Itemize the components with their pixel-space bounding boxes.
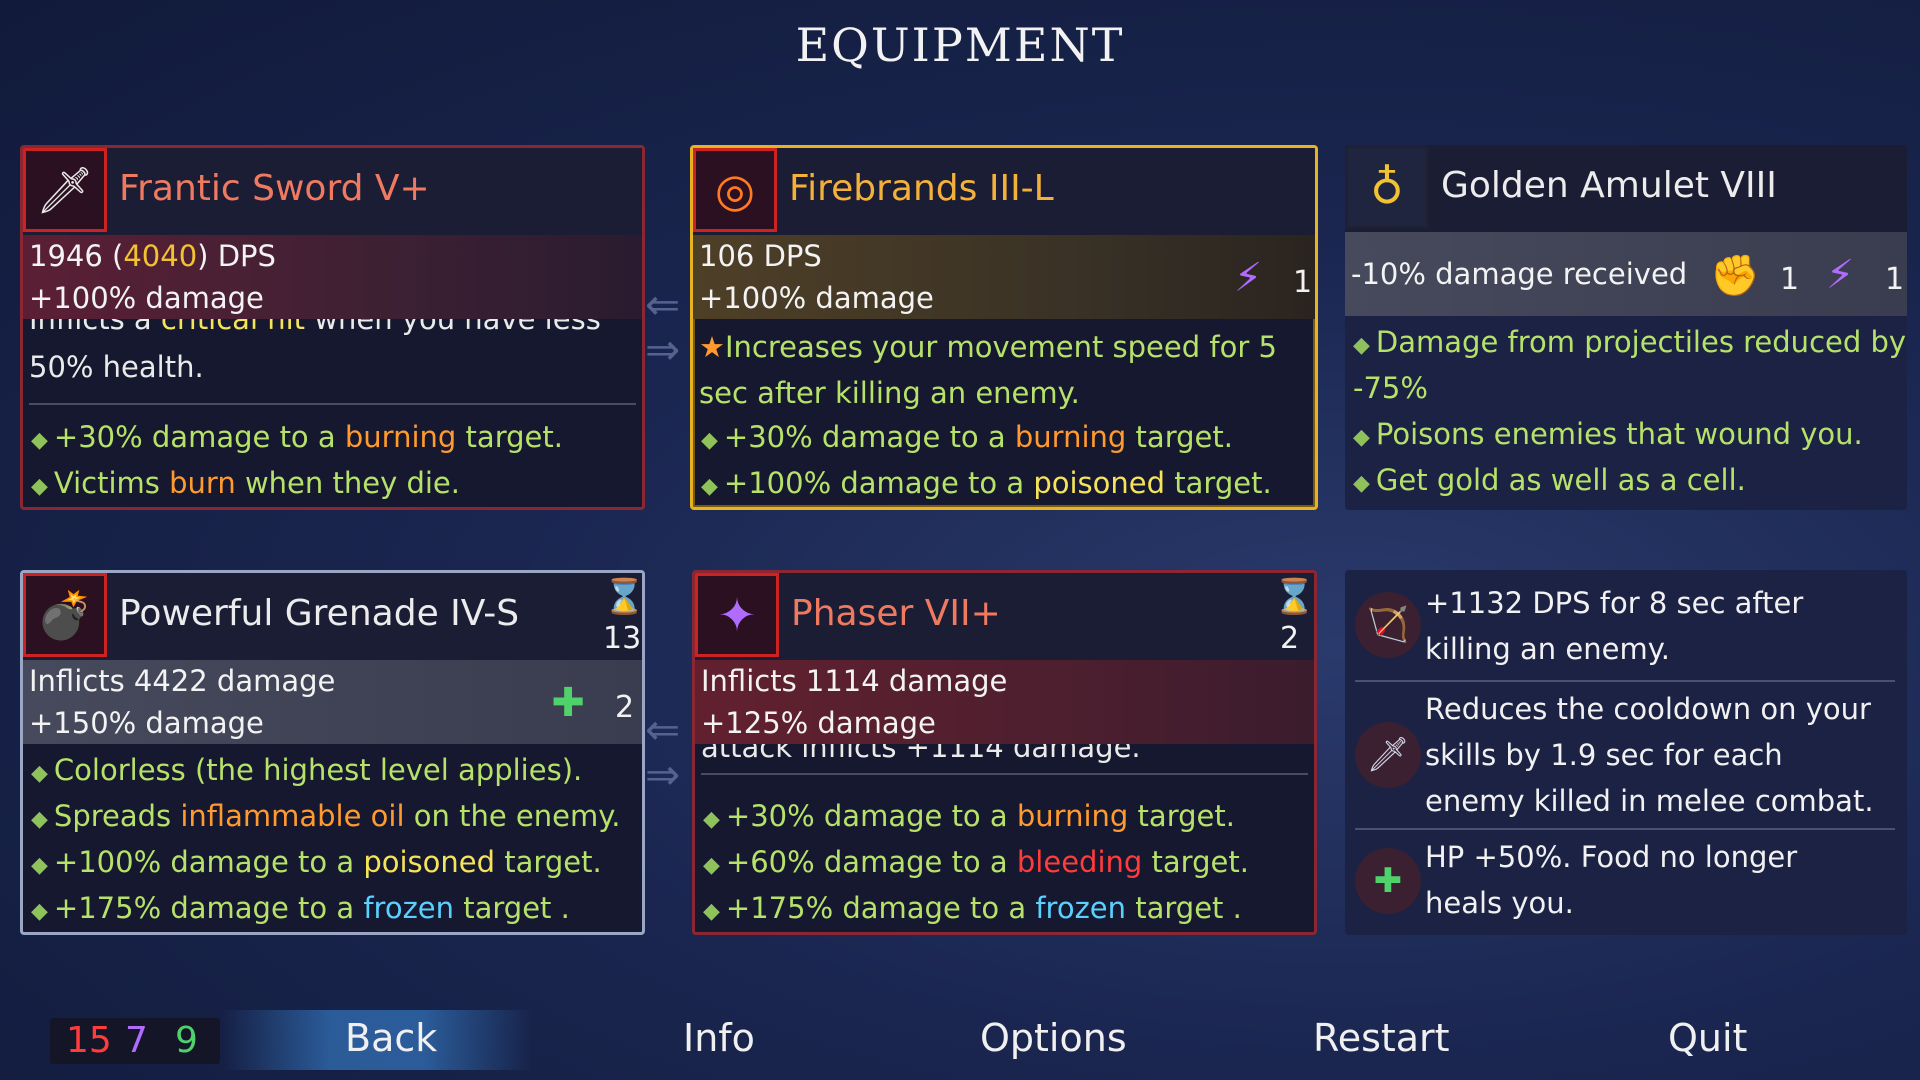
skill-card-secondary[interactable]: ✦ Phaser VII+ ⌛ 2 Inflicts 1114 damage +…: [692, 570, 1317, 935]
swap-right-arrow-icon[interactable]: ⇒: [645, 750, 680, 799]
star-icon: ★: [699, 330, 725, 364]
mutation-item[interactable]: 🏹 +1132 DPS for 8 sec after killing an e…: [1345, 580, 1905, 675]
swap-right-arrow-icon[interactable]: ⇒: [645, 325, 680, 374]
crit-dps: 4040: [123, 239, 198, 273]
brutality-scroll-icon: ✊: [1710, 252, 1760, 299]
affix-line: ◆ +100% damage to a poisoned target.: [31, 845, 602, 879]
fire-ring-icon: ◎: [693, 148, 777, 232]
item-stats: Inflicts 4422 damage +150% damage ✚ 2: [23, 660, 642, 744]
affix-line: ◆ +30% damage to a burning target.: [703, 799, 1235, 833]
card-header: ♁ Golden Amulet VIII: [1345, 145, 1907, 232]
item-name: Golden Amulet VIII: [1441, 165, 1777, 206]
scroll-count: 2: [615, 690, 635, 725]
damage-stat: +100% damage: [699, 281, 934, 315]
damage-stat: +100% damage: [29, 281, 264, 315]
footer-menu: 15 7 9 Back Info Options Restart Quit: [0, 1000, 1920, 1080]
card-header: ✦ Phaser VII+ ⌛ 2: [695, 573, 1314, 660]
mutation-item[interactable]: 🗡 Reduces the cooldown on your skills by…: [1345, 686, 1905, 826]
affix-line: ◆ +30% damage to a burning target.: [701, 420, 1233, 454]
affix-line: ◆ +30% damage to a burning target.: [31, 420, 563, 454]
scroll-counters: 15 7 9: [50, 1018, 220, 1064]
mutation-text: +1132 DPS for 8 sec after killing an ene…: [1425, 586, 1804, 666]
card-header: ◎ Firebrands III-L: [693, 148, 1315, 235]
dagger-icon: 🗡: [1355, 722, 1421, 788]
swap-left-arrow-icon[interactable]: ⇐: [645, 280, 680, 329]
tactics-scroll-icon: ⚡: [1825, 252, 1855, 298]
hourglass-icon: ⌛: [603, 577, 645, 617]
bow-icon: 🏹: [1355, 592, 1421, 658]
swap-left-arrow-icon[interactable]: ⇐: [645, 705, 680, 754]
affix-line: ◆ Colorless (the highest level applies).: [31, 753, 583, 787]
damage-value: Inflicts 1114 damage: [701, 664, 1008, 698]
item-description: 50% health.: [29, 350, 204, 384]
card-header: 🗡 Frantic Sword V+: [23, 148, 642, 235]
scroll-count: 1: [1293, 265, 1313, 300]
brutality-scrolls: 15: [66, 1020, 112, 1061]
divider: [1355, 680, 1895, 682]
restart-button[interactable]: Restart: [1313, 1016, 1450, 1060]
item-description-cut: attack inflicts +1114 damage.: [701, 744, 1141, 764]
grenade-icon: 💣: [23, 573, 107, 657]
affix-line: ◆ Poisons enemies that wound you.: [1353, 417, 1863, 451]
resistance-stat: -10% damage received: [1351, 257, 1688, 291]
dps-stat: 1946 (4040) DPS: [29, 239, 276, 273]
amulet-card[interactable]: ♁ Golden Amulet VIII -10% damage receive…: [1345, 145, 1907, 510]
item-name: Phaser VII+: [791, 593, 1001, 634]
damage-stat: +125% damage: [701, 706, 936, 740]
cooldown-value: 13: [603, 621, 642, 656]
sword-icon: 🗡: [23, 148, 107, 232]
affix-line: ◆ +100% damage to a poisoned target.: [701, 466, 1272, 500]
weapon-card-primary[interactable]: 🗡 Frantic Sword V+ 1946 (4040) DPS +100%…: [20, 145, 645, 510]
damage-value: Inflicts 4422 damage: [29, 664, 336, 698]
item-description: ★Increases your movement speed for 5 sec…: [699, 330, 1277, 410]
back-button[interactable]: Back: [345, 1016, 437, 1060]
brutality-count: 1: [1780, 262, 1800, 297]
item-stats: 1946 (4040) DPS +100% damage: [23, 235, 642, 319]
item-description-cut: Inflicts a critical hit when you have le…: [29, 319, 601, 336]
affix-line-cont: -75%: [1353, 371, 1428, 405]
divider: [1355, 828, 1895, 830]
affix-line: ◆ +175% damage to a frozen target .: [703, 891, 1242, 925]
tactics-count: 1: [1885, 262, 1905, 297]
card-header: 💣 Powerful Grenade IV-S ⌛ 13: [23, 573, 642, 660]
damage-stat: +150% damage: [29, 706, 264, 740]
affix-line: ◆ Victims burn when they die.: [31, 466, 460, 500]
item-stats: -10% damage received ✊ 1 ⚡ 1: [1345, 232, 1907, 316]
divider: [701, 773, 1308, 775]
tactics-scroll-icon: ⚡: [1233, 255, 1263, 301]
skill-card-primary[interactable]: 💣 Powerful Grenade IV-S ⌛ 13 Inflicts 44…: [20, 570, 645, 935]
page-title: EQUIPMENT: [795, 18, 1125, 72]
quit-button[interactable]: Quit: [1668, 1016, 1747, 1060]
item-name: Firebrands III-L: [789, 168, 1054, 209]
heart-plus-icon: ✚: [1355, 848, 1421, 914]
phaser-icon: ✦: [695, 573, 779, 657]
affix-line: ◆ Spreads inflammable oil on the enemy.: [31, 799, 621, 833]
item-stats: Inflicts 1114 damage +125% damage: [695, 660, 1314, 744]
dps-stat: 106 DPS: [699, 239, 822, 273]
affix-line: ◆ Damage from projectiles reduced by: [1353, 325, 1907, 359]
cooldown-value: 2: [1280, 621, 1300, 656]
divider: [29, 403, 636, 405]
mutation-item[interactable]: ✚ HP +50%. Food no longer heals you.: [1345, 834, 1905, 929]
tactics-scrolls: 7: [125, 1020, 148, 1061]
mutation-text: HP +50%. Food no longer heals you.: [1425, 840, 1798, 920]
item-name: Frantic Sword V+: [119, 168, 430, 209]
survival-scroll-icon: ✚: [551, 680, 585, 726]
options-button[interactable]: Options: [980, 1016, 1127, 1060]
weapon-card-secondary[interactable]: ◎ Firebrands III-L 106 DPS +100% damage …: [690, 145, 1318, 510]
affix-line: ◆ +60% damage to a bleeding target.: [703, 845, 1249, 879]
hourglass-icon: ⌛: [1273, 577, 1316, 617]
info-button[interactable]: Info: [683, 1016, 755, 1060]
amulet-icon: ♁: [1345, 145, 1429, 229]
item-name: Powerful Grenade IV-S: [119, 593, 520, 634]
item-stats: 106 DPS +100% damage ⚡ 1: [693, 235, 1315, 319]
affix-line: ◆ +175% damage to a frozen target .: [31, 891, 570, 925]
affix-line: ◆ Get gold as well as a cell.: [1353, 463, 1746, 497]
mutation-text: Reduces the cooldown on your skills by 1…: [1425, 692, 1874, 818]
survival-scrolls: 9: [175, 1020, 198, 1061]
